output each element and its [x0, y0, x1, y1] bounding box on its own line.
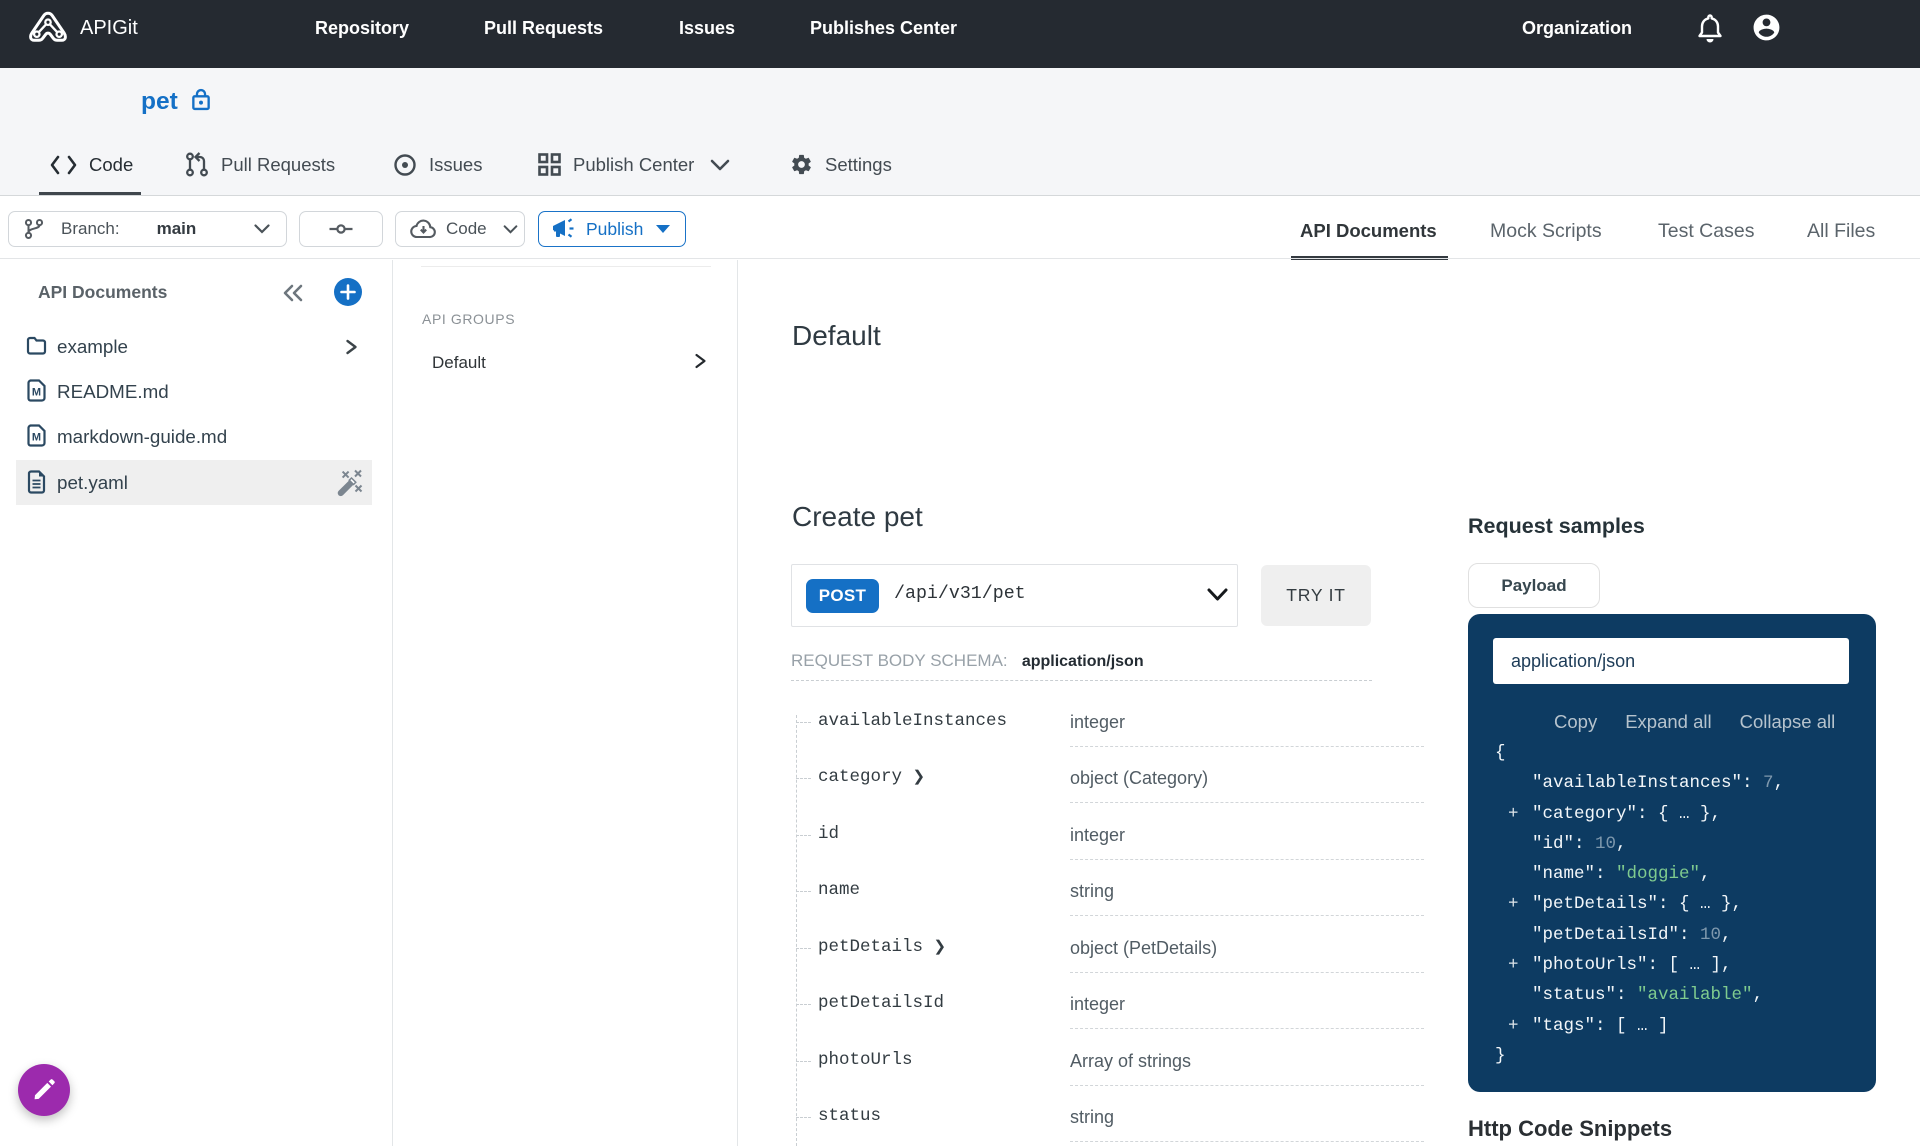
svg-text:M: M: [32, 432, 41, 444]
svg-text:M: M: [32, 387, 41, 399]
